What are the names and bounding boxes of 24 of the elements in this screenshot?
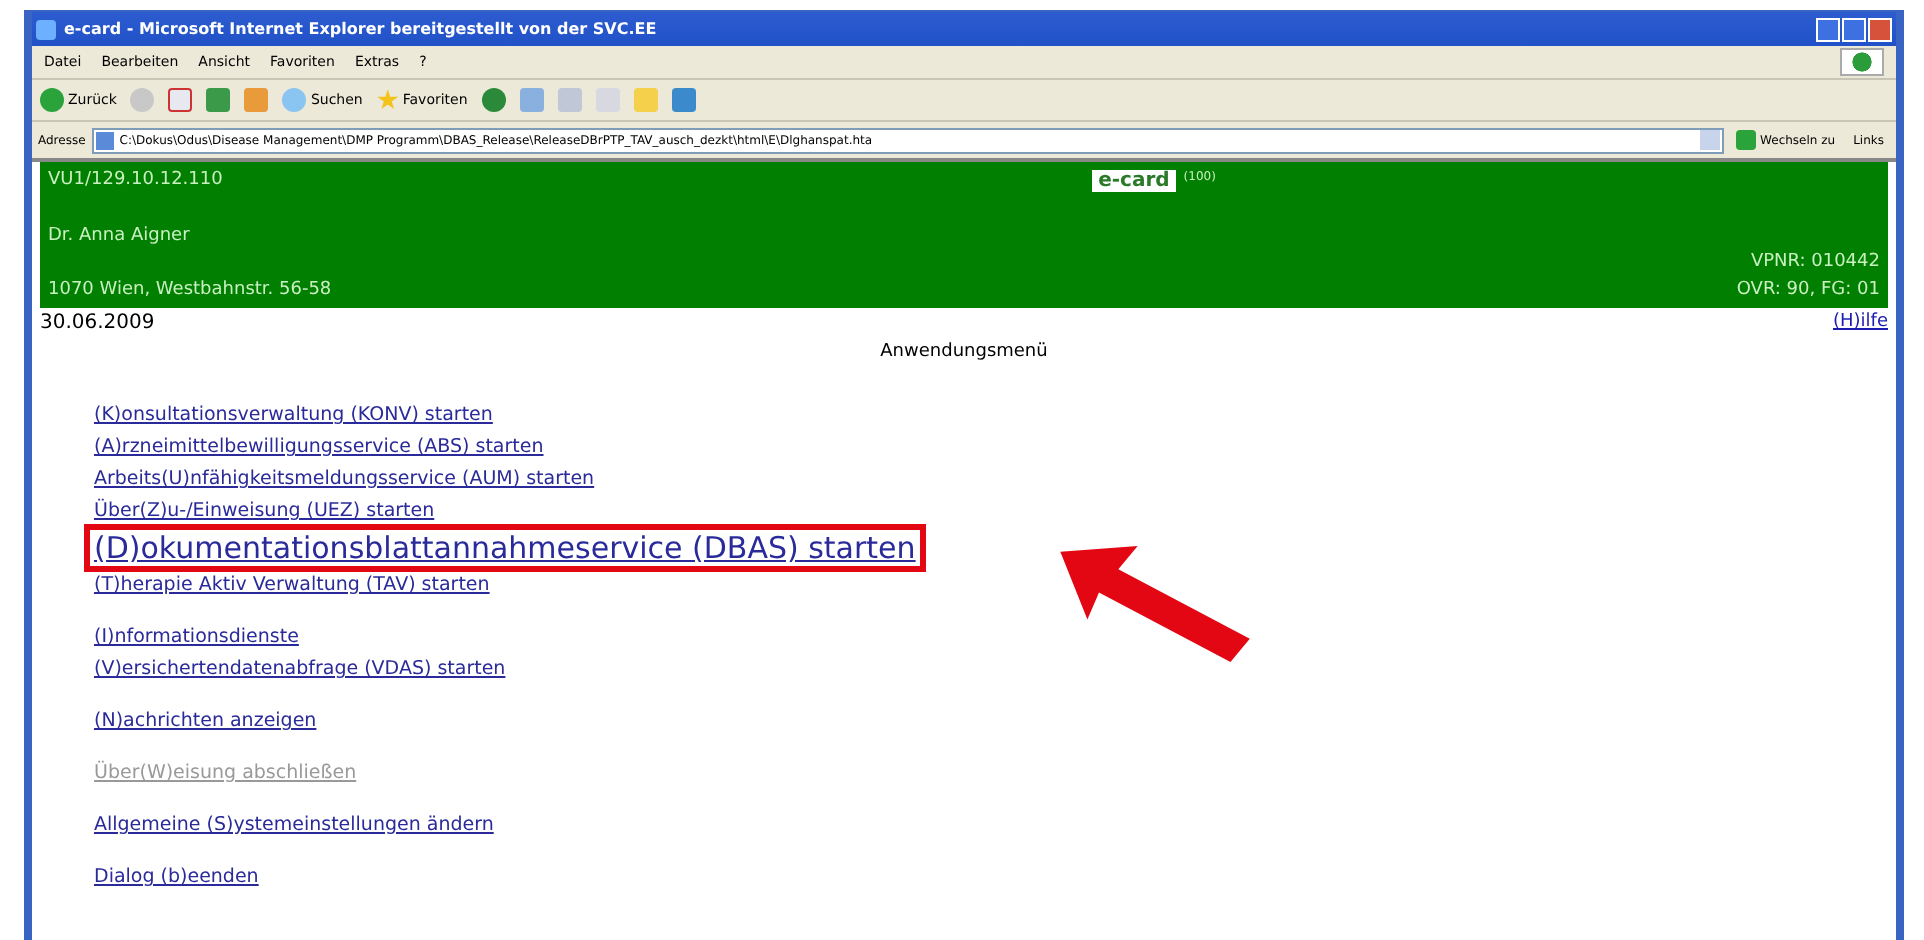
help-link[interactable]: (H)ilfe [1833,312,1888,334]
menu-link[interactable]: (I)nformationsdienste [94,624,299,650]
menu-link[interactable]: (K)onsultationsverwaltung (KONV) starten [94,402,493,428]
header-text: Dr. Anna Aigner [48,223,192,249]
header-text: 1070 Wien, Westbahnstr. 56-58 [48,278,332,304]
menu-link[interactable]: (A)rzneimittelbewilligungsservice (ABS) starten [94,434,544,460]
logo: e-card [1092,170,1176,192]
maximize-button[interactable] [1842,17,1866,41]
menu-link[interactable]: (N)achrichten anzeigen [94,708,317,734]
header-text: VPNR: 010442 [1750,250,1880,276]
close-button[interactable] [1868,17,1892,41]
header-text: VU1/129.10.12.110 [48,168,225,194]
menu-heading: Anwendungsmenü [878,342,1050,362]
window-title: e-card - Microsoft Internet Explorer bereitgestellt von der SVC.EE [64,20,659,38]
menu-link[interactable]: Allgemeine (S)ystemeinstellungen ändern [94,812,494,838]
menu-link[interactable]: (V)ersichertendatenabfrage (VDAS) starten [94,656,506,682]
menu-link[interactable]: (T)herapie Aktiv Verwaltung (TAV) starten [94,572,490,598]
date-text: 30.06.2009 [40,312,155,334]
menu-link[interactable]: Über(Z)u-/Einweisung (UEZ) starten [94,498,435,524]
menu-link[interactable]: (D)okumentationsblattannahmeservice (DBAS) starten [84,524,926,572]
menu-link[interactable]: Dialog (b)eenden [94,864,259,890]
minimize-button[interactable] [1816,17,1840,41]
menu-link[interactable]: Arbeits(U)nfähigkeitsmeldungsservice (AUM) starten [94,466,595,492]
header-text: OVR: 90, FG: 01 [1736,278,1880,304]
